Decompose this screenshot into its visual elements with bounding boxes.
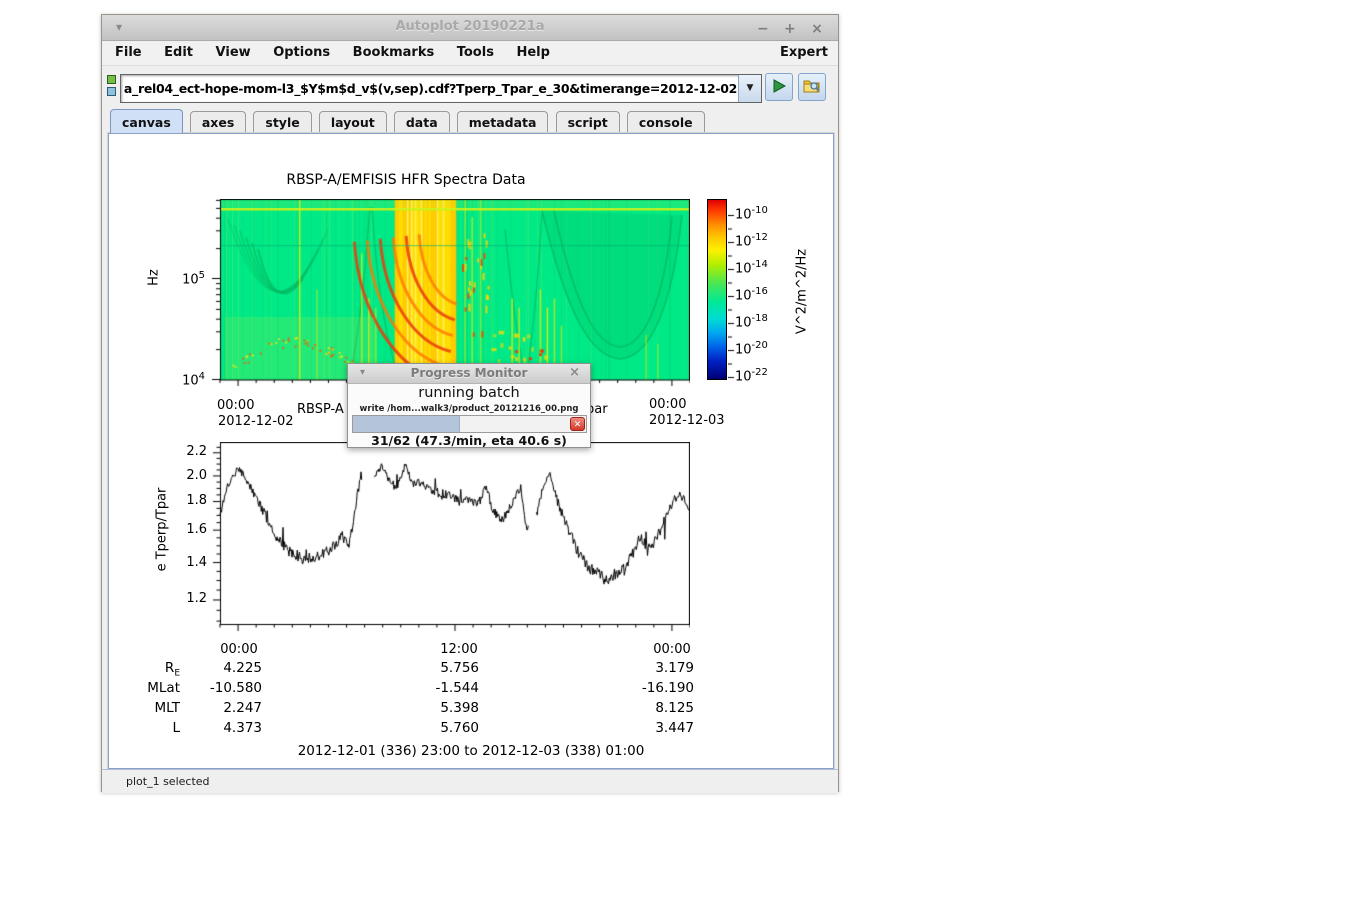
tab-axes[interactable]: axes xyxy=(190,111,246,133)
lineplot-ytick-label: 2.0 xyxy=(167,468,207,483)
progress-task-label: running batch xyxy=(348,385,590,401)
ephemeris-row: L 4.373 5.760 3.447 xyxy=(109,720,833,738)
menubar: File Edit View Options Bookmarks Tools H… xyxy=(102,42,838,66)
tab-script[interactable]: script xyxy=(556,111,620,133)
chevron-down-icon: ▼ xyxy=(747,83,754,93)
colorbar-tick-label: 10-20 xyxy=(735,340,768,357)
lineplot-ylabel: e Tperp/Tpar xyxy=(155,465,170,595)
cancel-button[interactable]: ✕ xyxy=(570,417,585,431)
lineplot-title-fragment-left: RBSP-A xyxy=(297,402,344,417)
tab-style[interactable]: style xyxy=(253,111,311,133)
progress-monitor-dialog: ▾ Progress Monitor × running batch write… xyxy=(347,363,591,448)
tab-metadata[interactable]: metadata xyxy=(457,111,549,133)
tab-canvas[interactable]: canvas xyxy=(110,109,183,133)
menu-file[interactable]: File xyxy=(106,42,151,66)
window-title: Autoplot 20190221a xyxy=(102,19,838,34)
expert-menu[interactable]: Expert xyxy=(780,45,828,60)
tab-bar: canvas axes style layout data metadata s… xyxy=(102,109,838,133)
spectrogram-ylabel: Hz xyxy=(147,258,162,298)
menu-tools[interactable]: Tools xyxy=(448,42,503,66)
ephemeris-row: RE 4.225 5.756 3.179 xyxy=(109,660,833,678)
dialog-titlebar[interactable]: ▾ Progress Monitor × xyxy=(348,364,590,384)
close-button[interactable]: × xyxy=(806,21,828,37)
colorbar-tick-label: 10-16 xyxy=(735,286,768,303)
tab-data[interactable]: data xyxy=(394,111,450,133)
lineplot-ytick-label: 1.8 xyxy=(167,493,207,508)
plot-title: RBSP-A/EMFISIS HFR Spectra Data xyxy=(109,172,703,188)
lineplot-xtick-label: 12:00 xyxy=(432,642,486,657)
window-titlebar[interactable]: ▾ Autoplot 20190221a − + × xyxy=(102,15,838,41)
status-text: plot_1 selected xyxy=(126,775,210,788)
menu-options[interactable]: Options xyxy=(264,42,339,66)
menu-help[interactable]: Help xyxy=(507,42,558,66)
go-button[interactable] xyxy=(765,73,793,101)
progress-detail-label: write /hom...walk3/product_20121216_00.p… xyxy=(348,404,590,414)
progress-fill xyxy=(353,416,460,432)
progress-status-label: 31/62 (47.3/min, eta 40.6 s) xyxy=(348,433,590,448)
lineplot-canvas[interactable] xyxy=(210,442,690,642)
menu-view[interactable]: View xyxy=(207,42,260,66)
spectrogram-xtick-left-time: 00:00 xyxy=(217,398,254,413)
minimize-button[interactable]: − xyxy=(752,21,774,37)
play-icon xyxy=(771,78,787,94)
ephemeris-row: MLat -10.580 -1.544 -16.190 xyxy=(109,680,833,698)
uri-input[interactable]: a_rel04_ect-hope-mom-l3_$Y$m$d_v$(v,sep)… xyxy=(123,75,737,102)
spectrogram-ytick-label: 105 xyxy=(169,270,205,287)
blue-square-icon xyxy=(107,87,116,96)
colorbar-tick-label: 10-12 xyxy=(735,232,768,249)
tab-layout[interactable]: layout xyxy=(319,111,387,133)
colorbar-tick-label: 10-10 xyxy=(735,205,768,222)
dialog-close-icon[interactable]: × xyxy=(569,365,580,380)
uri-combobox[interactable]: a_rel04_ect-hope-mom-l3_$Y$m$d_v$(v,sep)… xyxy=(120,74,762,103)
lineplot-ytick-label: 1.6 xyxy=(167,522,207,537)
uri-row: a_rel04_ect-hope-mom-l3_$Y$m$d_v$(v,sep)… xyxy=(102,66,838,108)
colorbar-tick-label: 10-22 xyxy=(735,367,768,384)
menu-edit[interactable]: Edit xyxy=(155,42,202,66)
desktop: ▾ Autoplot 20190221a − + × File Edit Vie… xyxy=(0,0,1345,916)
spectrogram-ytick-label: 104 xyxy=(169,371,205,388)
lineplot-ytick-label: 1.2 xyxy=(167,591,207,606)
menu-bookmarks[interactable]: Bookmarks xyxy=(344,42,444,66)
datasource-type-icon xyxy=(107,75,119,99)
lineplot-ytick-label: 2.2 xyxy=(167,444,207,459)
dialog-title: Progress Monitor xyxy=(348,366,590,380)
spectrogram-xtick-right-date: 2012-12-03 xyxy=(649,413,725,428)
uri-dropdown-button[interactable]: ▼ xyxy=(738,75,761,102)
canvas-panel: RBSP-A/EMFISIS HFR Spectra Data 10-10 10… xyxy=(108,133,834,769)
lineplot-xtick-label: 00:00 xyxy=(645,642,699,657)
cancel-x-icon: ✕ xyxy=(574,420,582,430)
progress-bar: ✕ xyxy=(352,415,587,433)
spectrogram-xtick-right-time: 00:00 xyxy=(649,397,686,412)
green-square-icon xyxy=(107,75,116,84)
browse-button[interactable] xyxy=(798,73,826,101)
colorbar-axis-label: V^2/m^2/Hz xyxy=(795,237,810,347)
lineplot-ytick-label: 1.4 xyxy=(167,555,207,570)
spectrogram-xtick-left-date: 2012-12-02 xyxy=(218,414,294,429)
colorbar-tick-label: 10-18 xyxy=(735,313,768,330)
folder-search-icon xyxy=(803,78,821,94)
colorbar-tick-label: 10-14 xyxy=(735,259,768,276)
lineplot-xtick-label: 00:00 xyxy=(212,642,266,657)
colorbar[interactable] xyxy=(707,199,727,380)
time-range-label: 2012-12-01 (336) 23:00 to 2012-12-03 (33… xyxy=(109,743,833,759)
maximize-button[interactable]: + xyxy=(779,21,801,37)
tab-console[interactable]: console xyxy=(627,111,705,133)
status-bar: plot_1 selected xyxy=(102,769,838,793)
ephemeris-row: MLT 2.247 5.398 8.125 xyxy=(109,700,833,718)
